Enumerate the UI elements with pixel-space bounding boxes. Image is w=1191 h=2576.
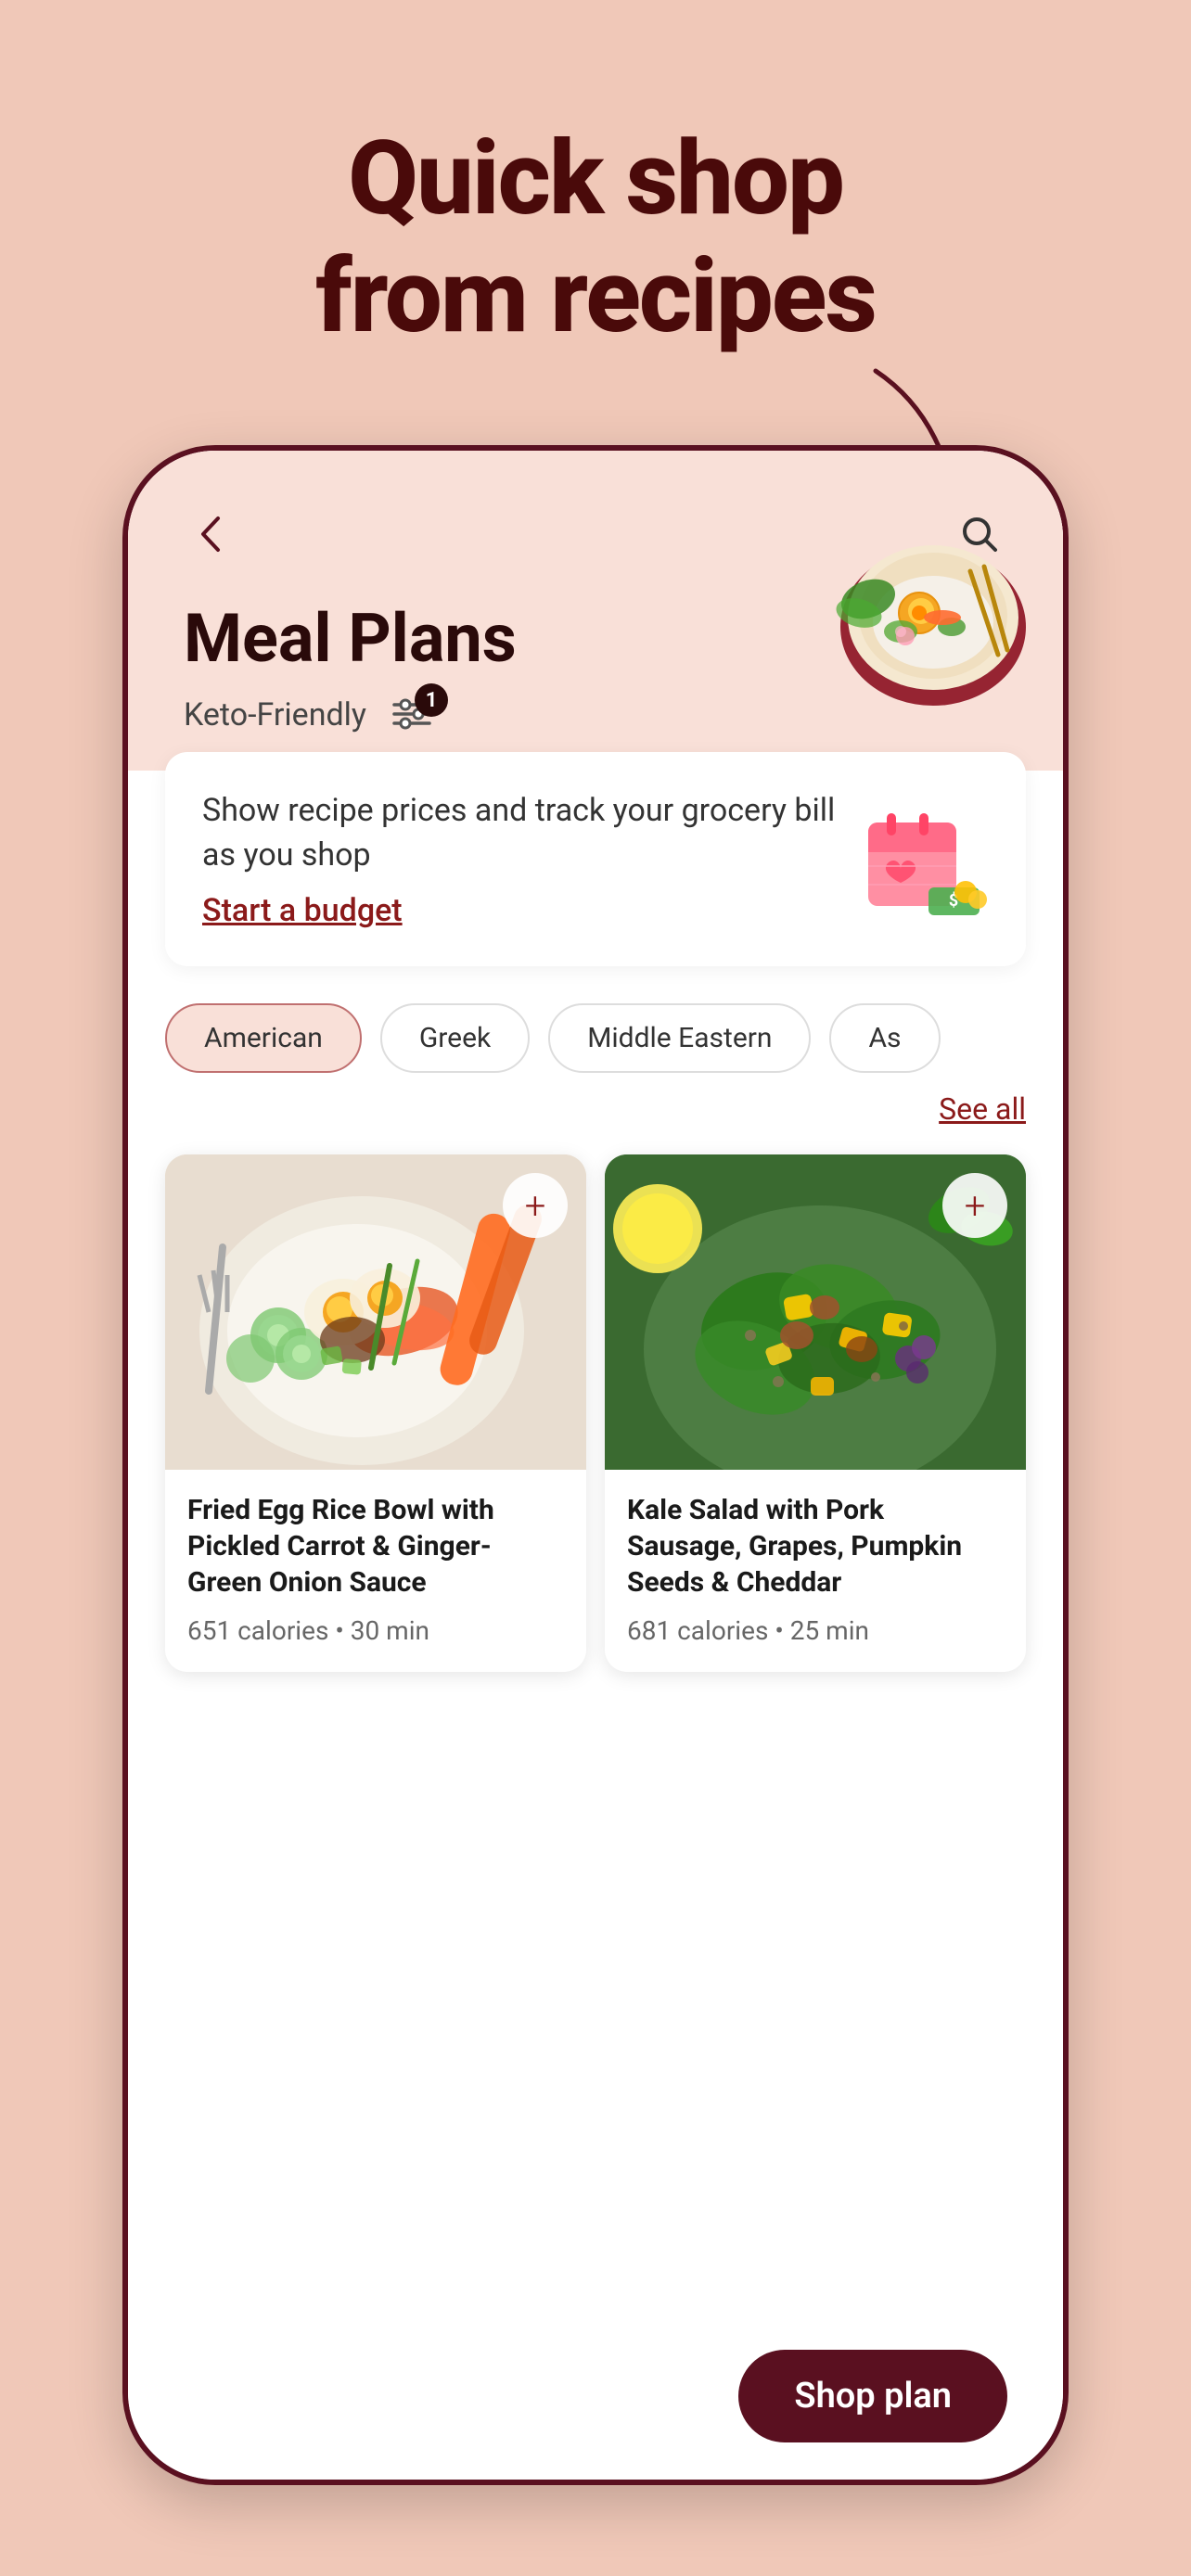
- phone-frame: Meal Plans Keto-Friendly: [122, 445, 1069, 2485]
- recipe-card-2[interactable]: + Kale Salad with Pork Sausage, Grapes, …: [605, 1154, 1026, 1672]
- top-area: Meal Plans Keto-Friendly: [128, 451, 1063, 771]
- add-recipe-1-button[interactable]: +: [503, 1173, 568, 1238]
- add-recipe-2-button[interactable]: +: [942, 1173, 1007, 1238]
- page-background: Quick shop from recipes: [0, 0, 1191, 2576]
- phone-screen: Meal Plans Keto-Friendly: [128, 451, 1063, 2480]
- see-all-row: See all: [128, 1091, 1063, 1145]
- category-tab-greek[interactable]: Greek: [380, 1003, 530, 1073]
- budget-description: Show recipe prices and track your grocer…: [202, 789, 840, 877]
- shop-plan-button[interactable]: Shop plan: [738, 2350, 1007, 2442]
- recipe-1-info: Fried Egg Rice Bowl with Pickled Carrot …: [165, 1470, 586, 1672]
- recipe-2-title: Kale Salad with Pork Sausage, Grapes, Pu…: [627, 1492, 1004, 1600]
- recipe-grid: + Fried Egg Rice Bowl with Pickled Carro…: [128, 1145, 1063, 1709]
- recipe-1-meta: 651 calories • 30 min: [187, 1615, 564, 1646]
- back-button[interactable]: [184, 506, 239, 562]
- start-budget-link[interactable]: Start a budget: [202, 892, 840, 929]
- recipe-1-title: Fried Egg Rice Bowl with Pickled Carrot …: [187, 1492, 564, 1600]
- keto-filter-label: Keto-Friendly: [184, 696, 366, 733]
- recipe-card-1[interactable]: + Fried Egg Rice Bowl with Pickled Carro…: [165, 1154, 586, 1672]
- bowl-illustration: [785, 478, 1044, 720]
- category-tabs: American Greek Middle Eastern As: [128, 966, 1063, 1091]
- recipe-2-info: Kale Salad with Pork Sausage, Grapes, Pu…: [605, 1470, 1026, 1672]
- filter-icon-wrap[interactable]: 1: [391, 696, 433, 733]
- category-tab-asian[interactable]: As: [829, 1003, 940, 1073]
- hero-title: Quick shop from recipes: [0, 0, 1191, 355]
- calendar-illustration: $: [859, 799, 989, 920]
- budget-text-area: Show recipe prices and track your grocer…: [202, 789, 840, 929]
- recipe-2-meta: 681 calories • 25 min: [627, 1615, 1004, 1646]
- category-tab-middle-eastern[interactable]: Middle Eastern: [548, 1003, 811, 1073]
- filter-badge: 1: [415, 683, 448, 717]
- see-all-link[interactable]: See all: [939, 1091, 1026, 1127]
- category-tab-american[interactable]: American: [165, 1003, 362, 1073]
- budget-banner: Show recipe prices and track your grocer…: [165, 752, 1026, 966]
